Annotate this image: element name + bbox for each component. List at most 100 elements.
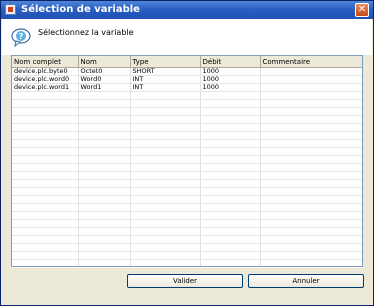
empty-cell: [130, 115, 201, 124]
divider: [11, 267, 363, 268]
table-row[interactable]: device.plc.word1 Word1 INT 1000: [12, 83, 362, 92]
empty-cell: [130, 259, 201, 266]
table-row[interactable]: device.plc.word0 Word0 INT 1000: [12, 75, 362, 84]
empty-cell: [78, 147, 131, 156]
empty-cell: [78, 235, 131, 244]
empty-cell: [78, 195, 131, 204]
empty-cell: [130, 251, 201, 260]
empty-cell: [130, 91, 201, 100]
table-cell-rate: 1000: [200, 67, 261, 76]
column-header-name[interactable]: Nom: [78, 56, 131, 68]
empty-cell: [130, 107, 201, 116]
empty-cell: [78, 243, 131, 252]
empty-cell: [12, 219, 79, 228]
empty-cell: [130, 163, 201, 172]
empty-cell: [78, 131, 131, 140]
empty-cell: [200, 251, 261, 260]
validate-button[interactable]: Valider: [127, 274, 243, 288]
empty-cell: [12, 123, 79, 132]
empty-cell: [260, 139, 362, 148]
empty-cell: [130, 99, 201, 108]
empty-cell: [130, 123, 201, 132]
empty-cell: [260, 147, 362, 156]
empty-cell: [78, 187, 131, 196]
empty-cell: [200, 211, 261, 220]
title-bar[interactable]: Sélection de variable ✕: [1, 1, 373, 19]
empty-table-row: [12, 187, 362, 196]
empty-cell: [12, 179, 79, 188]
column-header-type[interactable]: Type: [130, 56, 201, 68]
empty-cell: [12, 155, 79, 164]
empty-cell: [260, 243, 362, 252]
empty-table-row: [12, 179, 362, 188]
empty-cell: [260, 195, 362, 204]
column-header-comment[interactable]: Commentaire: [260, 56, 362, 68]
empty-table-row: [12, 155, 362, 164]
empty-cell: [200, 203, 261, 212]
empty-cell: [260, 203, 362, 212]
empty-cell: [260, 99, 362, 108]
empty-cell: [78, 139, 131, 148]
empty-cell: [200, 91, 261, 100]
empty-cell: [78, 171, 131, 180]
empty-cell: [260, 171, 362, 180]
table-cell-comment: [260, 83, 362, 92]
empty-cell: [130, 187, 201, 196]
empty-cell: [200, 123, 261, 132]
empty-cell: [200, 155, 261, 164]
table-cell-full-name: device.plc.byte0: [12, 67, 79, 76]
empty-cell: [130, 147, 201, 156]
empty-cell: [260, 163, 362, 172]
empty-cell: [260, 131, 362, 140]
table-cell-rate: 1000: [200, 75, 261, 84]
empty-cell: [78, 251, 131, 260]
empty-cell: [130, 179, 201, 188]
table-cell-type: INT: [130, 75, 201, 84]
empty-cell: [78, 155, 131, 164]
column-header-rate[interactable]: Débit: [200, 56, 261, 68]
close-button[interactable]: ✕: [355, 3, 369, 17]
empty-cell: [78, 91, 131, 100]
empty-cell: [200, 227, 261, 236]
empty-cell: [260, 219, 362, 228]
empty-cell: [12, 139, 79, 148]
empty-table-row: [12, 147, 362, 156]
empty-cell: [12, 235, 79, 244]
window-title: Sélection de variable: [21, 4, 140, 15]
empty-cell: [200, 235, 261, 244]
table-cell-comment: [260, 75, 362, 84]
empty-table-row: [12, 115, 362, 124]
empty-cell: [12, 259, 79, 266]
empty-cell: [200, 195, 261, 204]
empty-cell: [260, 91, 362, 100]
empty-table-row: [12, 91, 362, 100]
empty-cell: [130, 227, 201, 236]
empty-cell: [260, 251, 362, 260]
empty-cell: [12, 99, 79, 108]
empty-cell: [78, 163, 131, 172]
table-cell-type: SHORT: [130, 67, 201, 76]
table-cell-type: INT: [130, 83, 201, 92]
empty-cell: [130, 131, 201, 140]
column-header-full-name[interactable]: Nom complet: [12, 56, 79, 68]
prompt-text: Sélectionnez la variable: [38, 28, 134, 37]
empty-table-row: [12, 195, 362, 204]
empty-cell: [200, 107, 261, 116]
empty-cell: [260, 187, 362, 196]
empty-cell: [130, 203, 201, 212]
table-header-row: Nom complet Nom Type Débit Commentaire: [12, 56, 362, 68]
cancel-button[interactable]: Annuler: [248, 274, 364, 288]
empty-cell: [78, 203, 131, 212]
svg-text:?: ?: [19, 32, 24, 41]
empty-cell: [12, 211, 79, 220]
empty-cell: [12, 107, 79, 116]
table-row[interactable]: device.plc.byte0 Octet0 SHORT 1000: [12, 67, 362, 76]
empty-cell: [200, 115, 261, 124]
empty-cell: [78, 99, 131, 108]
empty-table-row: [12, 259, 362, 266]
empty-cell: [78, 123, 131, 132]
empty-cell: [130, 219, 201, 228]
empty-table-row: [12, 107, 362, 116]
empty-table-row: [12, 203, 362, 212]
empty-table-row: [12, 219, 362, 228]
